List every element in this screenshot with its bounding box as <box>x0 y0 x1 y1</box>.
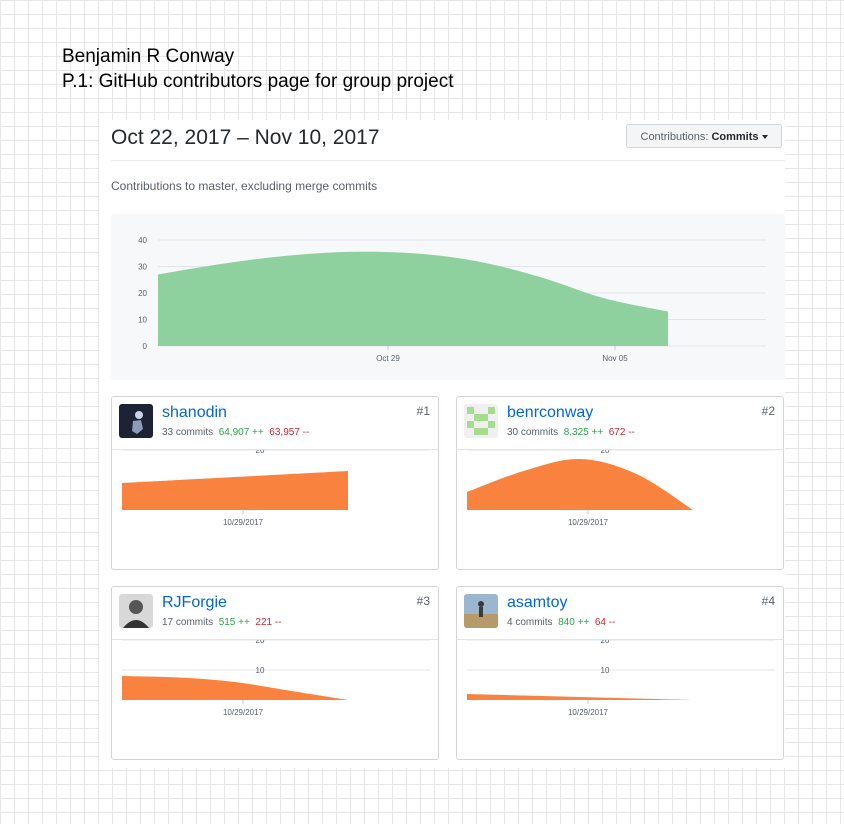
x-tick-label: 10/29/2017 <box>568 708 609 717</box>
document-header: Benjamin R Conway P.1: GitHub contributo… <box>62 44 454 94</box>
contributor-card: shanodin 33 commits 64,907 ++ 63,957 -- … <box>111 396 439 570</box>
contributor-rank: #2 <box>761 404 775 418</box>
commit-count-link[interactable]: 33 commits <box>162 427 213 438</box>
commit-count-link[interactable]: 4 commits <box>507 617 553 628</box>
commit-count-link[interactable]: 17 commits <box>162 617 213 628</box>
y-tick-label: 30 <box>138 263 147 272</box>
commit-count-link[interactable]: 30 commits <box>507 427 558 438</box>
series-area <box>122 676 348 700</box>
contributions-label: Contributions: <box>640 131 709 143</box>
y-tick-label: 20 <box>256 640 265 645</box>
y-tick-label: 10 <box>138 316 147 325</box>
contributor-card-header: asamtoy 4 commits 840 ++ 64 -- #4 <box>457 587 783 640</box>
contributor-stats: 30 commits 8,325 ++ 672 -- <box>507 427 635 438</box>
main-chart-svg: 0 10 20 30 40 Oct 29 Nov 05 <box>138 236 766 363</box>
commits-over-time-chart: 0 10 20 30 40 Oct 29 Nov 05 <box>111 214 785 380</box>
contributor-card: asamtoy 4 commits 840 ++ 64 -- #4 20 10 10… <box>456 586 784 760</box>
contributor-rank: #1 <box>416 404 430 418</box>
contributor-card-header: RJForgie 17 commits 515 ++ 221 -- #3 <box>112 587 438 640</box>
series-area <box>158 251 668 346</box>
y-tick-label: 10 <box>601 666 610 675</box>
page-caption: P.1: GitHub contributors page for group … <box>62 71 454 92</box>
additions-count: 64,907 ++ <box>218 427 264 438</box>
contributor-name-link[interactable]: benrconway <box>507 404 593 422</box>
deletions-count: 63,957 -- <box>269 427 310 438</box>
user-photo-avatar-icon[interactable] <box>464 594 498 628</box>
contributor-stats: 17 commits 515 ++ 221 -- <box>162 617 282 628</box>
y-tick-label: 40 <box>138 236 147 245</box>
series-area <box>467 458 693 510</box>
deletions-count: 221 -- <box>255 617 282 628</box>
y-tick-label: 10 <box>256 666 265 675</box>
contributor-card: benrconway 30 commits 8,325 ++ 672 -- #2… <box>456 396 784 570</box>
y-tick-label: 20 <box>601 640 610 645</box>
contributor-stats: 33 commits 64,907 ++ 63,957 -- <box>162 427 309 438</box>
contributors-panel: Oct 22, 2017 – Nov 10, 2017 Contribution… <box>99 120 785 768</box>
chevron-down-icon <box>761 135 768 140</box>
author-name: Benjamin R Conway <box>62 46 235 67</box>
y-tick-label: 20 <box>601 450 610 455</box>
y-tick-label: 20 <box>256 450 265 455</box>
additions-count: 515 ++ <box>218 617 250 628</box>
contributor-card: RJForgie 17 commits 515 ++ 221 -- #3 20 1… <box>111 586 439 760</box>
identicon-avatar-icon[interactable] <box>464 404 498 438</box>
contributor-commits-chart: 20 10/29/2017 <box>467 450 775 527</box>
x-tick-label: 10/29/2017 <box>223 518 264 527</box>
contributor-rank: #4 <box>761 594 775 608</box>
header-divider <box>111 160 785 161</box>
y-tick-label: 20 <box>138 289 147 298</box>
contributor-commits-chart: 20 10 10/29/2017 <box>122 640 430 717</box>
contributor-name-link[interactable]: shanodin <box>162 404 227 422</box>
x-tick-label: Nov 05 <box>602 354 628 363</box>
contributions-subtitle: Contributions to master, excluding merge… <box>111 179 378 193</box>
additions-count: 8,325 ++ <box>563 427 604 438</box>
series-area <box>467 694 693 700</box>
y-tick-label: 0 <box>143 342 148 351</box>
user-avatar-icon[interactable] <box>119 404 153 438</box>
deletions-count: 672 -- <box>608 427 635 438</box>
contributor-commits-chart: 20 10/29/2017 <box>122 450 430 527</box>
contributions-type-dropdown[interactable]: Contributions: Commits <box>626 124 782 148</box>
contributions-value: Commits <box>711 131 759 143</box>
deletions-count: 64 -- <box>594 617 616 628</box>
series-area <box>122 471 348 510</box>
contributor-name-link[interactable]: RJForgie <box>162 594 227 612</box>
contributor-stats: 4 commits 840 ++ 64 -- <box>507 617 615 628</box>
user-photo-avatar-icon[interactable] <box>119 594 153 628</box>
contributor-commits-chart: 20 10 10/29/2017 <box>467 640 775 717</box>
date-range-title: Oct 22, 2017 – Nov 10, 2017 <box>111 126 380 149</box>
contributor-card-header: benrconway 30 commits 8,325 ++ 672 -- #2 <box>457 397 783 450</box>
x-tick-label: Oct 29 <box>376 354 400 363</box>
contributor-name-link[interactable]: asamtoy <box>507 594 567 612</box>
contributor-card-header: shanodin 33 commits 64,907 ++ 63,957 -- … <box>112 397 438 450</box>
additions-count: 840 ++ <box>558 617 590 628</box>
contributor-rank: #3 <box>416 594 430 608</box>
x-tick-label: 10/29/2017 <box>568 518 609 527</box>
x-tick-label: 10/29/2017 <box>223 708 264 717</box>
